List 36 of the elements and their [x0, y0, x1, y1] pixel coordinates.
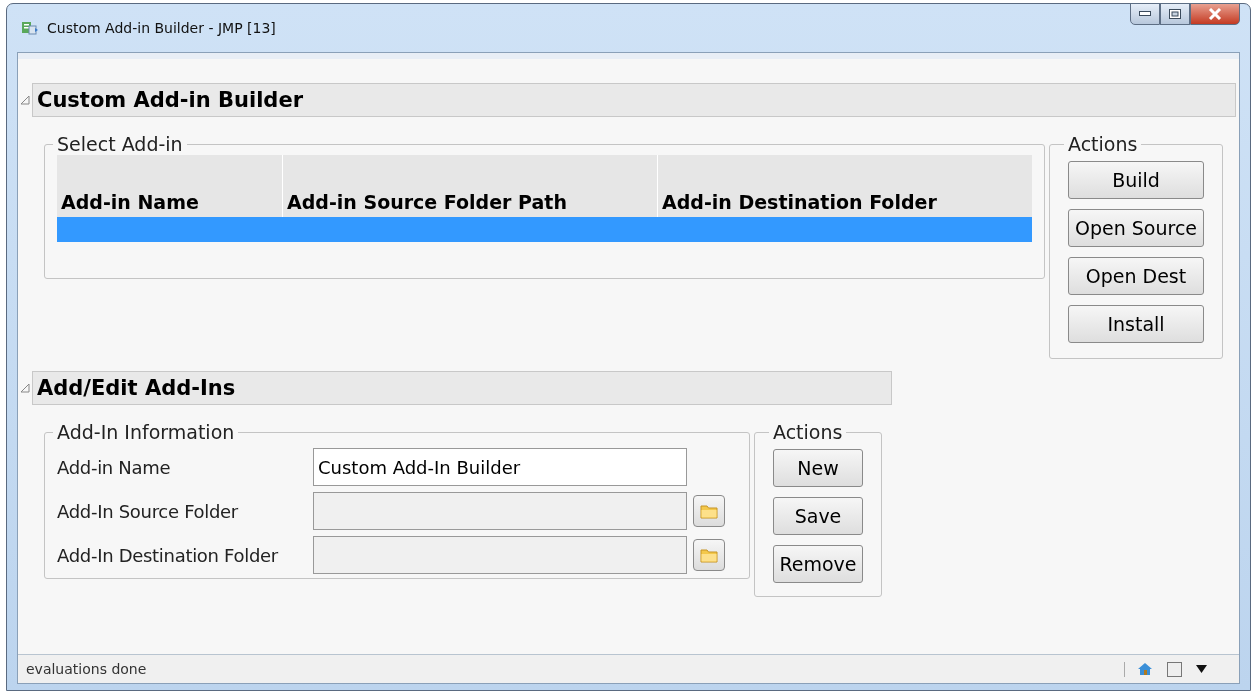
checkbox-icon[interactable]	[1167, 661, 1182, 677]
input-field[interactable]	[313, 492, 687, 530]
field-label: Add-In Source Folder	[57, 500, 239, 522]
browse-button[interactable]	[693, 495, 725, 527]
folder-icon	[700, 547, 718, 563]
input-field[interactable]	[313, 536, 687, 574]
group-title: Select Add-in	[56, 133, 184, 155]
field-label: Add-In Destination Folder	[57, 544, 279, 566]
close-icon	[1208, 8, 1222, 20]
group-title: Actions	[772, 421, 844, 443]
window-title: Custom Add-in Builder - JMP [13]	[47, 20, 276, 36]
action-button[interactable]: Open Dest	[1068, 257, 1204, 295]
minimize-icon	[1139, 11, 1151, 17]
column-header[interactable]: Add-in Destination Folder	[658, 155, 1032, 217]
browse-button[interactable]	[693, 539, 725, 571]
action-button[interactable]: New	[773, 449, 863, 487]
home-icon[interactable]	[1137, 662, 1153, 676]
app-icon	[21, 20, 39, 36]
maximize-icon	[1169, 9, 1181, 19]
group-title: Add-In Information	[56, 421, 236, 443]
group-title: Actions	[1067, 133, 1139, 155]
close-button[interactable]	[1190, 3, 1240, 25]
input-field[interactable]: Custom Add-In Builder	[313, 448, 687, 486]
field-label: Add-in Name	[57, 456, 172, 478]
status-text: evaluations done	[26, 661, 147, 677]
maximize-button[interactable]	[1160, 3, 1190, 25]
action-button[interactable]: Build	[1068, 161, 1204, 199]
folder-icon	[700, 503, 718, 519]
disclosure-icon	[20, 383, 30, 393]
action-button[interactable]: Open Source	[1068, 209, 1204, 247]
dropdown-icon[interactable]	[1196, 665, 1207, 673]
disclosure-icon	[20, 95, 30, 105]
action-button[interactable]: Install	[1068, 305, 1204, 343]
action-button[interactable]: Save	[773, 497, 863, 535]
minimize-button[interactable]	[1130, 3, 1160, 25]
action-button[interactable]: Remove	[773, 545, 863, 583]
